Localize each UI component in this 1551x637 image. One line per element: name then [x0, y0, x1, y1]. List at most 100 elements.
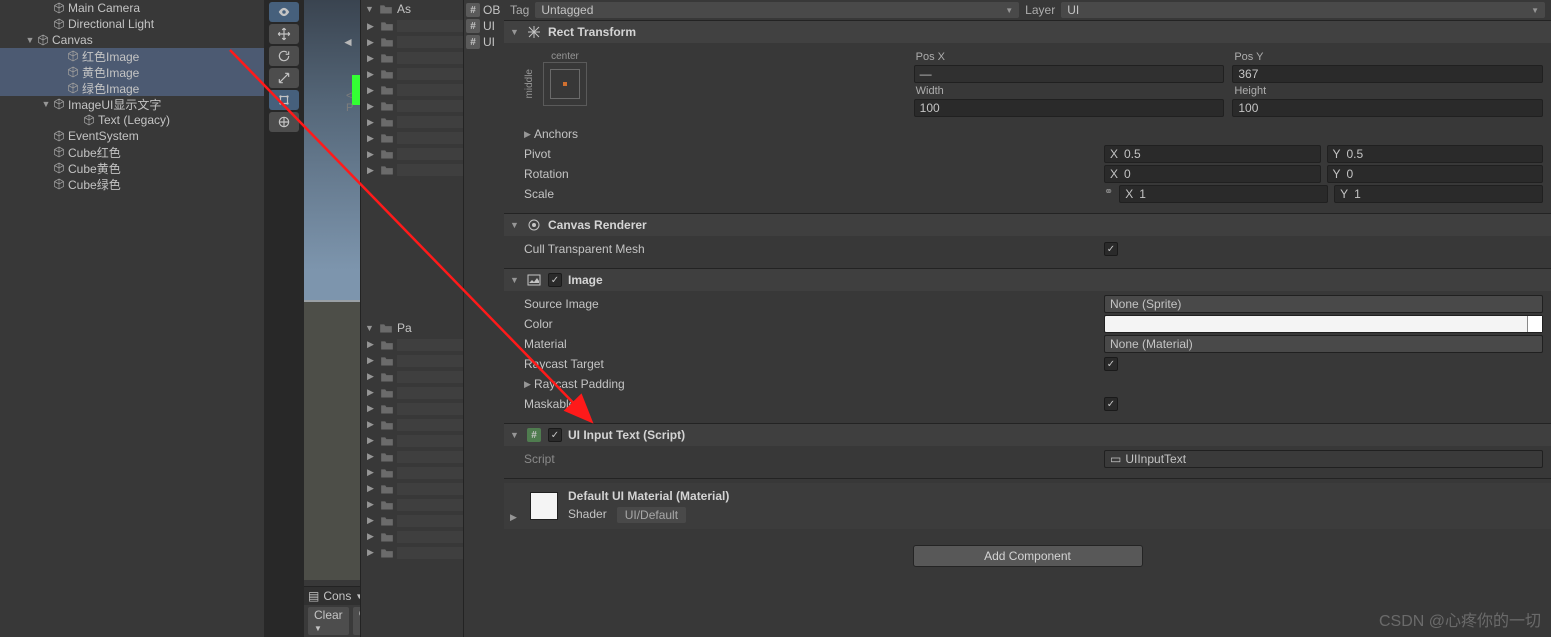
project-item[interactable]: ▶	[361, 162, 463, 178]
hierarchy-item[interactable]: Main Camera	[0, 0, 264, 16]
project-item[interactable]: ▶	[361, 545, 463, 561]
folder-icon	[380, 36, 394, 48]
material-field[interactable]: None (Material)	[1104, 335, 1543, 353]
hierarchy-item[interactable]: 绿色Image	[0, 80, 264, 96]
project-item[interactable]: ▶	[361, 50, 463, 66]
project-item[interactable]: ▶	[361, 465, 463, 481]
tool-move[interactable]	[269, 24, 299, 44]
pos-y-field[interactable]: 367	[1232, 65, 1543, 83]
script-chips: #OB #UI #UI	[464, 0, 504, 637]
material-swatch[interactable]	[530, 492, 558, 520]
fold-arrow-icon[interactable]: ▼	[510, 275, 520, 285]
rotation-x-field[interactable]: X0	[1104, 165, 1321, 183]
fold-arrow-icon[interactable]: ▼	[365, 4, 375, 14]
source-image-field[interactable]: None (Sprite)	[1104, 295, 1543, 313]
script-enable-checkbox[interactable]	[548, 428, 562, 442]
project-item[interactable]: ▶	[361, 385, 463, 401]
console-collapse[interactable]: Collaps	[353, 607, 360, 635]
project-item[interactable]: ▶	[361, 146, 463, 162]
hierarchy-item[interactable]: Directional Light	[0, 16, 264, 32]
hierarchy-item[interactable]: ▼ Canvas	[0, 32, 264, 48]
project-item[interactable]: ▶	[361, 529, 463, 545]
pos-x-field[interactable]: —	[914, 65, 1225, 83]
image-enable-checkbox[interactable]	[548, 273, 562, 287]
folder-icon	[380, 419, 394, 431]
maskable-checkbox[interactable]	[1104, 397, 1118, 411]
project-item[interactable]: ▶	[361, 417, 463, 433]
fold-arrow-icon[interactable]: ▼	[24, 35, 36, 45]
hierarchy-item[interactable]: Cube黄色	[0, 160, 264, 176]
tool-rect[interactable]	[269, 90, 299, 110]
hierarchy-item[interactable]: EventSystem	[0, 128, 264, 144]
component-header-image[interactable]: ▼ Image	[504, 269, 1551, 291]
fold-arrow-icon: ▶	[367, 547, 377, 558]
fold-arrow-icon[interactable]: ▼	[510, 430, 520, 440]
project-item[interactable]: ▶	[361, 98, 463, 114]
hierarchy-item-label: Canvas	[52, 33, 93, 47]
project-folder-packages[interactable]: ▼ Pa	[361, 319, 463, 337]
project-item[interactable]: ▶	[361, 401, 463, 417]
component-header-canvas-renderer[interactable]: ▼ Canvas Renderer	[504, 214, 1551, 236]
tool-view[interactable]	[269, 2, 299, 22]
shader-dropdown[interactable]: UI/Default	[617, 507, 686, 523]
hierarchy-item[interactable]: 黄色Image	[0, 64, 264, 80]
script-chip[interactable]: #UI	[464, 34, 504, 50]
project-item[interactable]: ▶	[361, 130, 463, 146]
pivot-x-field[interactable]: X0.5	[1104, 145, 1321, 163]
width-field[interactable]: 100	[914, 99, 1225, 117]
layer-dropdown[interactable]: UI▼	[1061, 2, 1545, 18]
scale-y-field[interactable]: Y1	[1334, 185, 1543, 203]
project-item[interactable]: ▶	[361, 497, 463, 513]
fold-arrow-icon: ▶	[367, 403, 377, 414]
raycast-target-checkbox[interactable]	[1104, 357, 1118, 371]
project-item[interactable]: ▶	[361, 449, 463, 465]
add-component-button[interactable]: Add Component	[913, 545, 1143, 567]
project-item[interactable]: ▶	[361, 34, 463, 50]
anchor-middle-label: middle	[524, 69, 535, 98]
tool-scale[interactable]	[269, 68, 299, 88]
fold-arrow-icon[interactable]: ▼	[365, 323, 375, 333]
pivot-y-field[interactable]: Y0.5	[1327, 145, 1544, 163]
hierarchy-item[interactable]: ▼ImageUI显示文字	[0, 96, 264, 112]
scene-view[interactable]: ◄ < P ▤ Cons ▼ ⋮ Clear ▼ Collaps	[304, 0, 360, 637]
component-header-rect-transform[interactable]: ▼ Rect Transform	[504, 21, 1551, 43]
color-field[interactable]	[1104, 315, 1543, 333]
project-item[interactable]: ▶	[361, 481, 463, 497]
hierarchy-item[interactable]: Text (Legacy)	[0, 112, 264, 128]
fold-arrow-icon[interactable]: ▶	[510, 512, 520, 523]
hierarchy-item[interactable]: Cube绿色	[0, 176, 264, 192]
script-chip[interactable]: #UI	[464, 18, 504, 34]
fold-arrow-icon[interactable]: ▼	[40, 99, 52, 109]
fold-arrow-icon[interactable]: ▼	[510, 220, 520, 230]
rotation-y-field[interactable]: Y0	[1327, 165, 1544, 183]
tool-rotate[interactable]	[269, 46, 299, 66]
project-item[interactable]: ▶	[361, 114, 463, 130]
link-icon[interactable]: ⚭	[1104, 185, 1113, 203]
fold-arrow-icon[interactable]: ▶	[524, 129, 534, 140]
tool-transform[interactable]	[269, 112, 299, 132]
project-item[interactable]: ▶	[361, 337, 463, 353]
console-tab[interactable]: ▤ Cons ▼ ⋮	[304, 587, 360, 605]
project-item[interactable]: ▶	[361, 353, 463, 369]
scale-x-field[interactable]: X1	[1119, 185, 1328, 203]
height-field[interactable]: 100	[1232, 99, 1543, 117]
project-item[interactable]: ▶	[361, 82, 463, 98]
folder-icon	[380, 100, 394, 112]
project-item[interactable]: ▶	[361, 66, 463, 82]
hierarchy-item[interactable]: Cube红色	[0, 144, 264, 160]
project-item[interactable]: ▶	[361, 369, 463, 385]
script-chip[interactable]: #OB	[464, 2, 504, 18]
project-folder-assets[interactable]: ▼ As	[361, 0, 463, 18]
project-item[interactable]: ▶	[361, 513, 463, 529]
component-header-script[interactable]: ▼ # UI Input Text (Script)	[504, 424, 1551, 446]
console-clear[interactable]: Clear ▼	[308, 607, 349, 635]
tag-dropdown[interactable]: Untagged▼	[535, 2, 1019, 18]
fold-arrow-icon: ▶	[367, 451, 377, 462]
anchor-preset-button[interactable]	[543, 62, 587, 106]
cull-transparent-checkbox[interactable]	[1104, 242, 1118, 256]
hierarchy-item[interactable]: 红色Image	[0, 48, 264, 64]
fold-arrow-icon[interactable]: ▶	[524, 379, 534, 390]
project-item[interactable]: ▶	[361, 433, 463, 449]
project-item[interactable]: ▶	[361, 18, 463, 34]
fold-arrow-icon[interactable]: ▼	[510, 27, 520, 37]
